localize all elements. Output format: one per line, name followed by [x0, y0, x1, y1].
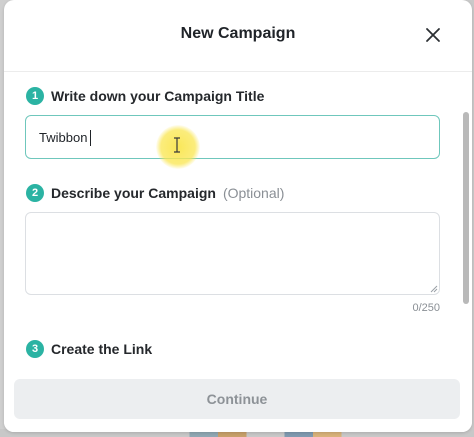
campaign-description-textarea[interactable] — [25, 212, 440, 295]
close-icon — [426, 28, 440, 42]
step-3-text: Create the Link — [51, 341, 153, 357]
text-cursor-icon — [174, 137, 180, 153]
step-2-optional: (Optional) — [222, 185, 285, 201]
step-1-number: 1 — [26, 87, 44, 105]
campaign-title-input[interactable] — [25, 115, 440, 159]
text-caret — [90, 130, 91, 146]
step-2-text: Describe your Campaign — [51, 185, 216, 201]
close-button[interactable] — [422, 24, 444, 46]
scrollbar-thumb[interactable] — [463, 112, 469, 304]
modal-footer: Continue — [4, 366, 472, 432]
modal-title: New Campaign — [180, 25, 296, 42]
description-char-count: 0/250 — [412, 302, 440, 314]
modal-header: New Campaign — [4, 0, 472, 72]
step-1-label: 1 Write down your Campaign Title — [26, 87, 264, 105]
step-1-text: Write down your Campaign Title — [51, 88, 265, 104]
continue-button[interactable]: Continue — [14, 379, 460, 419]
resize-grip-icon[interactable] — [430, 285, 438, 293]
new-campaign-modal: New Campaign 1 Write down your Campaign … — [4, 0, 472, 432]
step-3-label: 3 Create the Link — [26, 340, 152, 358]
step-2-label: 2 Describe your Campaign (Optional) — [26, 184, 284, 202]
step-2-number: 2 — [26, 184, 44, 202]
modal-body[interactable]: 1 Write down your Campaign Title 2 Descr… — [4, 73, 472, 366]
step-3-number: 3 — [26, 340, 44, 358]
